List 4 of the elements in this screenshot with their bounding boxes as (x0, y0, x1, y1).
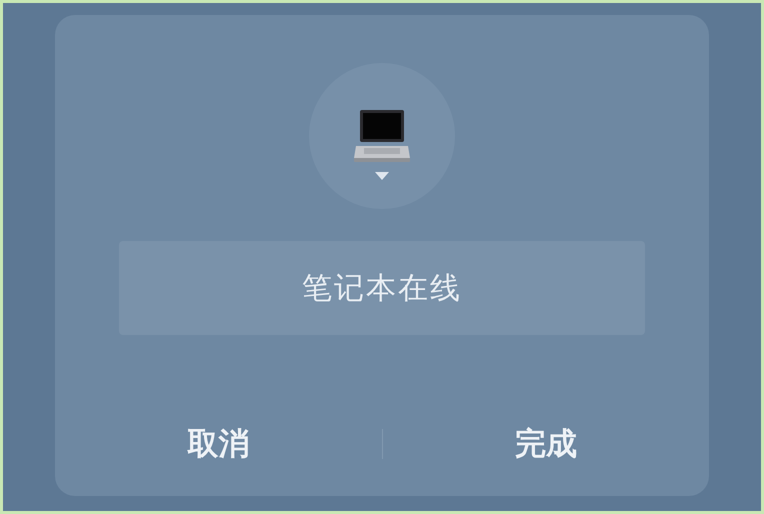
name-field[interactable]: 笔记本在线 (119, 241, 645, 335)
caret-icon (375, 172, 389, 180)
cancel-button[interactable]: 取消 (167, 415, 270, 474)
done-button[interactable]: 完成 (494, 415, 597, 474)
